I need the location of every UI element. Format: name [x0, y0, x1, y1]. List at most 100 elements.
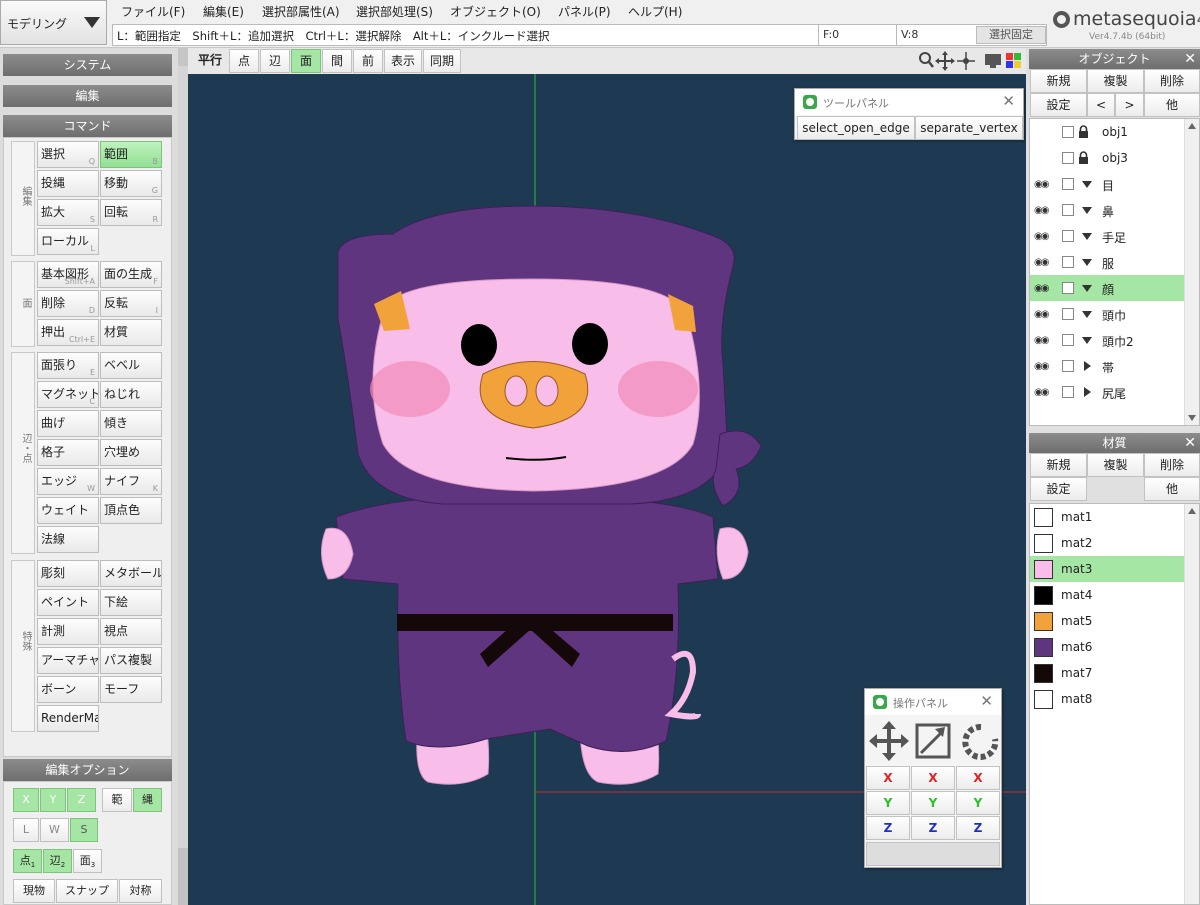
range-toggle[interactable]: 範 — [102, 788, 132, 812]
scroll-up-arrow[interactable] — [178, 48, 188, 66]
visibility-eye-icon[interactable]: ◉◉ — [1034, 283, 1050, 294]
visibility-eye-icon[interactable]: ◉◉ — [1034, 231, 1050, 242]
monitor-icon[interactable] — [985, 54, 1001, 68]
world-toggle[interactable]: W — [40, 818, 69, 842]
object-row[interactable]: obj3 — [1030, 145, 1185, 171]
axis-x-toggle[interactable]: X — [13, 788, 39, 812]
between-mode-button[interactable]: 間 — [322, 49, 352, 73]
command-button-33[interactable]: パス複製 — [100, 647, 162, 674]
visibility-eye-icon[interactable]: ◉◉ — [1034, 361, 1050, 372]
command-button-6[interactable]: ローカル L — [37, 228, 99, 255]
object-checkbox[interactable] — [1062, 204, 1074, 216]
separate-vertex-button[interactable]: separate_vertex — [915, 116, 1023, 140]
object-other-button[interactable]: 他 — [1144, 93, 1200, 117]
expand-right-icon[interactable] — [1084, 361, 1091, 371]
command-button-32[interactable]: アーマチャー — [37, 647, 99, 674]
command-button-31[interactable]: 視点 — [100, 618, 162, 645]
edit-header[interactable]: 編集 — [3, 85, 172, 107]
expand-down-icon[interactable] — [1082, 285, 1092, 292]
command-button-4[interactable]: 拡大 S — [37, 199, 99, 226]
command-button-22[interactable]: ナイフ K — [100, 468, 162, 495]
object-checkbox[interactable] — [1062, 386, 1074, 398]
expand-right-icon[interactable] — [1084, 387, 1091, 397]
lock-icon[interactable] — [1078, 151, 1089, 164]
object-settings-button[interactable]: 設定 — [1030, 93, 1087, 117]
scale-x-button[interactable]: X — [911, 766, 955, 790]
expand-down-icon[interactable] — [1082, 233, 1092, 240]
sync-button[interactable]: 同期 — [423, 49, 461, 73]
command-button-24[interactable]: 頂点色 — [100, 497, 162, 524]
scale-icon[interactable] — [915, 723, 951, 759]
current-object-button[interactable]: 現物 — [13, 879, 55, 903]
command-button-36[interactable]: RenderMan — [37, 705, 99, 732]
symmetry-button[interactable]: 対称 — [119, 879, 162, 903]
visibility-eye-icon[interactable]: ◉◉ — [1034, 387, 1050, 398]
system-header[interactable]: システム — [3, 54, 172, 76]
menu-selection-process[interactable]: 選択部処理(S) — [356, 3, 433, 20]
command-button-20[interactable]: 穴埋め — [100, 439, 162, 466]
object-checkbox[interactable] — [1062, 256, 1074, 268]
expand-down-icon[interactable] — [1082, 207, 1092, 214]
zoom-icon[interactable] — [919, 52, 934, 68]
command-button-3[interactable]: 移動 G — [100, 170, 162, 197]
left-scrollbar[interactable] — [178, 48, 188, 905]
object-checkbox[interactable] — [1062, 360, 1074, 372]
material-settings-button[interactable]: 設定 — [1030, 477, 1087, 501]
object-next-button[interactable]: > — [1115, 93, 1144, 117]
material-row[interactable]: mat5 — [1030, 608, 1185, 634]
menu-help[interactable]: ヘルプ(H) — [628, 3, 682, 20]
object-row[interactable]: ◉◉ 目 — [1030, 171, 1185, 197]
move-y-button[interactable]: Y — [866, 791, 910, 815]
command-button-23[interactable]: ウェイト — [37, 497, 99, 524]
visibility-eye-icon[interactable]: ◉◉ — [1034, 335, 1050, 346]
expand-down-icon[interactable] — [1082, 337, 1092, 344]
close-icon[interactable]: ✕ — [1184, 433, 1196, 453]
tool-panel-titlebar[interactable]: ツールパネル ✕ — [795, 89, 1023, 115]
material-other-button[interactable]: 他 — [1144, 477, 1200, 501]
command-button-13[interactable]: 面張り E — [37, 352, 99, 379]
command-button-35[interactable]: モーフ — [100, 676, 162, 703]
edge-mode-button[interactable]: 辺 — [260, 49, 290, 73]
object-row[interactable]: ◉◉ 頭巾2 — [1030, 327, 1185, 353]
face-mode-button[interactable]: 面 — [291, 49, 321, 73]
object-checkbox[interactable] — [1062, 308, 1074, 320]
move-icon[interactable] — [869, 721, 909, 761]
object-prev-button[interactable]: < — [1087, 93, 1115, 117]
visibility-eye-icon[interactable]: ◉◉ — [1034, 257, 1050, 268]
command-button-25[interactable]: 法線 — [37, 526, 99, 553]
command-button-0[interactable]: 選択 Q — [37, 141, 99, 168]
move-x-button[interactable]: X — [866, 766, 910, 790]
menu-panel[interactable]: パネル(P) — [558, 3, 611, 20]
mode-dropdown[interactable]: モデリング — [0, 0, 107, 45]
front-button[interactable]: 前 — [353, 49, 383, 73]
visibility-eye-icon[interactable]: ◉◉ — [1034, 205, 1050, 216]
scale-y-button[interactable]: Y — [911, 791, 955, 815]
command-button-1[interactable]: 範囲 B — [100, 141, 162, 168]
command-button-17[interactable]: 曲げ — [37, 410, 99, 437]
scale-z-button[interactable]: Z — [911, 816, 955, 840]
command-button-5[interactable]: 回転 R — [100, 199, 162, 226]
object-checkbox[interactable] — [1062, 282, 1074, 294]
material-row[interactable]: mat7 — [1030, 660, 1185, 686]
object-row[interactable]: ◉◉ 服 — [1030, 249, 1185, 275]
rope-toggle[interactable]: 縄 — [133, 788, 162, 812]
material-row[interactable]: mat8 — [1030, 686, 1185, 712]
command-button-2[interactable]: 投縄 — [37, 170, 99, 197]
command-button-30[interactable]: 計測 — [37, 618, 99, 645]
object-checkbox[interactable] — [1062, 178, 1074, 190]
edit-options-header[interactable]: 編集オプション — [3, 759, 172, 781]
command-button-18[interactable]: 傾き — [100, 410, 162, 437]
command-button-7[interactable]: 基本図形 Shift+A — [37, 261, 99, 288]
menu-selection-attr[interactable]: 選択部属性(A) — [262, 3, 340, 20]
command-button-9[interactable]: 削除 D — [37, 290, 99, 317]
material-row[interactable]: mat4 — [1030, 582, 1185, 608]
object-row[interactable]: ◉◉ 鼻 — [1030, 197, 1185, 223]
select-open-edge-button[interactable]: select_open_edge — [797, 116, 915, 140]
operation-panel-titlebar[interactable]: 操作パネル ✕ — [865, 689, 1001, 715]
object-row[interactable]: ◉◉ 尻尾 — [1030, 379, 1185, 405]
command-button-27[interactable]: メタボール — [100, 560, 162, 587]
expand-down-icon[interactable] — [1082, 311, 1092, 318]
command-button-21[interactable]: エッジ W — [37, 468, 99, 495]
object-duplicate-button[interactable]: 複製 — [1087, 69, 1144, 93]
rotate-x-button[interactable]: X — [956, 766, 1000, 790]
